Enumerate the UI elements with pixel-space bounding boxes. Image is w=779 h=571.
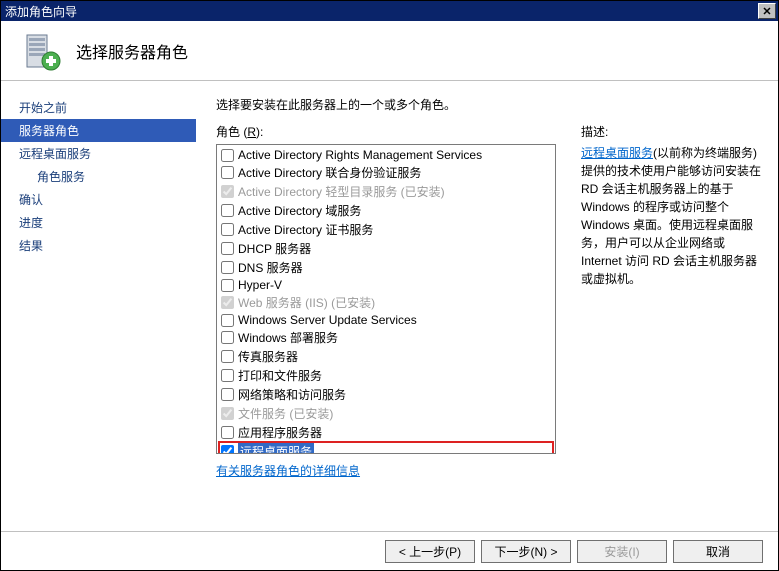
role-row[interactable]: Hyper-V (219, 277, 553, 293)
sidebar-item[interactable]: 确认 (1, 188, 196, 211)
sidebar-item[interactable]: 开始之前 (1, 96, 196, 119)
description-link[interactable]: 远程桌面服务 (581, 146, 653, 160)
previous-button[interactable]: < 上一步(P) (385, 540, 475, 563)
role-row: 文件服务 (已安装) (219, 404, 553, 423)
role-checkbox[interactable] (221, 369, 234, 382)
role-label: Hyper-V (238, 278, 282, 292)
role-row[interactable]: 传真服务器 (219, 347, 553, 366)
sidebar: 开始之前服务器角色远程桌面服务角色服务确认进度结果 (1, 81, 196, 531)
role-checkbox[interactable] (221, 388, 234, 401)
sidebar-item[interactable]: 结果 (1, 234, 196, 257)
role-label: DNS 服务器 (238, 259, 303, 276)
role-checkbox[interactable] (221, 350, 234, 363)
description-column: 描述: 远程桌面服务(以前称为终端服务)提供的技术使用户能够访问安装在 RD 会… (556, 123, 763, 531)
role-row[interactable]: DHCP 服务器 (219, 239, 553, 258)
role-label: 传真服务器 (238, 348, 298, 365)
role-checkbox (221, 185, 234, 198)
role-label: DHCP 服务器 (238, 240, 311, 257)
role-row[interactable]: Active Directory 联合身份验证服务 (219, 163, 553, 182)
role-label: Active Directory 域服务 (238, 202, 361, 219)
role-row: Web 服务器 (IIS) (已安装) (219, 293, 553, 312)
roles-column: 角色 (R): Active Directory Rights Manageme… (216, 123, 556, 531)
wizard-footer: < 上一步(P) 下一步(N) > 安装(I) 取消 (1, 531, 778, 571)
role-label: 文件服务 (已安装) (238, 405, 333, 422)
role-row[interactable]: Active Directory 证书服务 (219, 220, 553, 239)
sidebar-item[interactable]: 远程桌面服务 (1, 142, 196, 165)
role-checkbox[interactable] (221, 314, 234, 327)
role-label: Active Directory 联合身份验证服务 (238, 164, 421, 181)
role-checkbox[interactable] (221, 261, 234, 274)
install-button: 安装(I) (577, 540, 667, 563)
role-checkbox[interactable] (221, 445, 234, 454)
instruction-text: 选择要安装在此服务器上的一个或多个角色。 (216, 96, 763, 113)
role-checkbox[interactable] (221, 223, 234, 236)
server-role-icon (21, 31, 61, 71)
role-row[interactable]: DNS 服务器 (219, 258, 553, 277)
next-button[interactable]: 下一步(N) > (481, 540, 571, 563)
role-label: 应用程序服务器 (238, 424, 322, 441)
role-label: 网络策略和访问服务 (238, 386, 346, 403)
role-row[interactable]: Active Directory Rights Management Servi… (219, 147, 553, 163)
wizard-body: 开始之前服务器角色远程桌面服务角色服务确认进度结果 选择要安装在此服务器上的一个… (1, 81, 778, 531)
sidebar-item[interactable]: 服务器角色 (1, 119, 196, 142)
description-text: 远程桌面服务(以前称为终端服务)提供的技术使用户能够访问安装在 RD 会话主机服… (581, 144, 763, 288)
role-row[interactable]: Active Directory 域服务 (219, 201, 553, 220)
roles-listbox[interactable]: Active Directory Rights Management Servi… (216, 144, 556, 454)
role-checkbox (221, 407, 234, 420)
role-label: Active Directory Rights Management Servi… (238, 148, 482, 162)
wizard-header: 选择服务器角色 (1, 21, 778, 81)
role-row[interactable]: 远程桌面服务 (219, 442, 553, 454)
titlebar: 添加角色向导 ✕ (1, 1, 778, 21)
role-row[interactable]: Windows Server Update Services (219, 312, 553, 328)
page-title: 选择服务器角色 (76, 39, 188, 63)
content-columns: 角色 (R): Active Directory Rights Manageme… (216, 123, 763, 531)
role-checkbox[interactable] (221, 279, 234, 292)
roles-label: 角色 (R): (216, 123, 556, 140)
main-panel: 选择要安装在此服务器上的一个或多个角色。 角色 (R): Active Dire… (196, 81, 778, 531)
role-label: Windows Server Update Services (238, 313, 417, 327)
role-label: Windows 部署服务 (238, 329, 338, 346)
sidebar-item[interactable]: 角色服务 (1, 165, 196, 188)
role-checkbox[interactable] (221, 166, 234, 179)
role-row[interactable]: 应用程序服务器 (219, 423, 553, 442)
role-checkbox[interactable] (221, 331, 234, 344)
role-label: Active Directory 证书服务 (238, 221, 373, 238)
more-info-link[interactable]: 有关服务器角色的详细信息 (216, 462, 556, 479)
description-title: 描述: (581, 123, 763, 140)
role-checkbox[interactable] (221, 204, 234, 217)
role-label: Web 服务器 (IIS) (已安装) (238, 294, 375, 311)
role-checkbox (221, 296, 234, 309)
role-label: Active Directory 轻型目录服务 (已安装) (238, 183, 445, 200)
role-label: 打印和文件服务 (238, 367, 322, 384)
role-checkbox[interactable] (221, 242, 234, 255)
role-checkbox[interactable] (221, 426, 234, 439)
window-title: 添加角色向导 (5, 3, 758, 20)
sidebar-item[interactable]: 进度 (1, 211, 196, 234)
role-checkbox[interactable] (221, 149, 234, 162)
role-row[interactable]: 网络策略和访问服务 (219, 385, 553, 404)
role-label: 远程桌面服务 (238, 443, 314, 454)
close-button[interactable]: ✕ (758, 3, 776, 19)
role-row[interactable]: Windows 部署服务 (219, 328, 553, 347)
role-row: Active Directory 轻型目录服务 (已安装) (219, 182, 553, 201)
role-row[interactable]: 打印和文件服务 (219, 366, 553, 385)
cancel-button[interactable]: 取消 (673, 540, 763, 563)
